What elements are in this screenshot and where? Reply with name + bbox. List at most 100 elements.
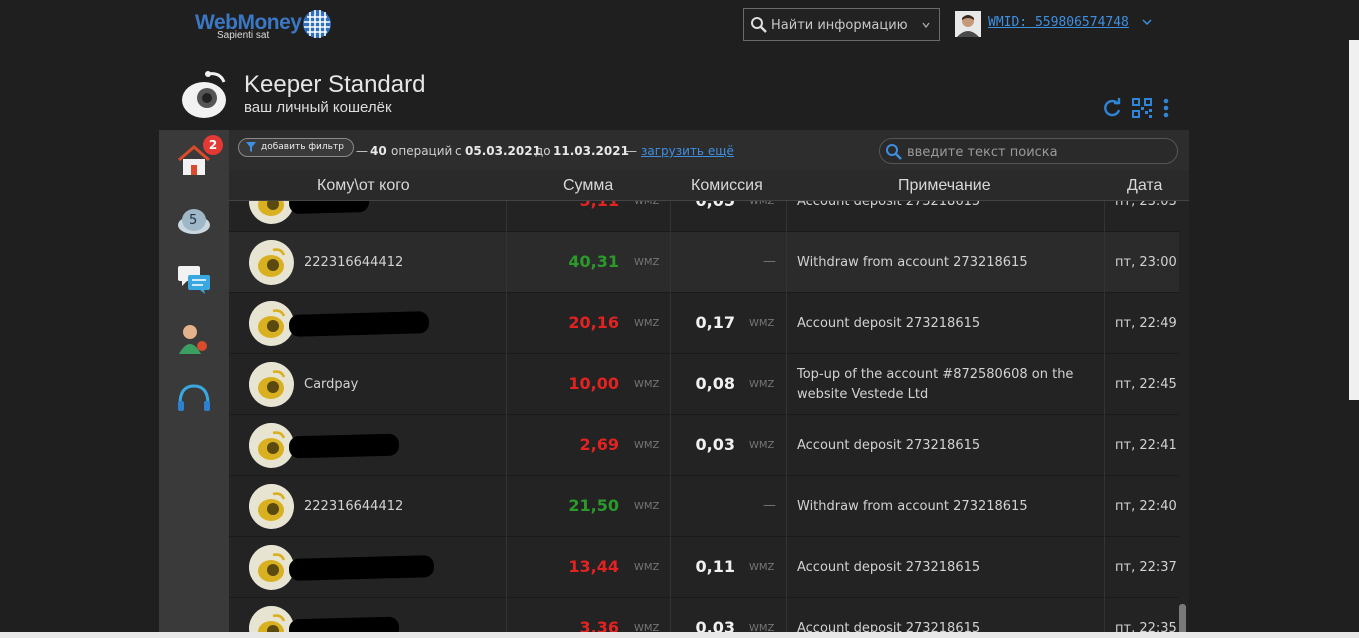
table-row[interactable]: 222316644412 21,50 WMZ — Withdraw from accou… bbox=[229, 476, 1179, 537]
table-row[interactable]: 5,11 WMZ 0,05 WMZ Account deposit 273218615 п… bbox=[229, 201, 1179, 232]
operation-note: Withdraw from account 273218615 bbox=[797, 255, 1028, 270]
page-title: Keeper Standard bbox=[244, 71, 426, 98]
column-header-amount[interactable]: Сумма bbox=[563, 177, 613, 195]
counterparty-avatar bbox=[249, 240, 294, 285]
column-divider bbox=[1104, 476, 1105, 537]
fee-value: 0,11 bbox=[695, 557, 735, 576]
sidebar-item-messages[interactable] bbox=[175, 260, 213, 298]
fee-currency: WMZ bbox=[749, 318, 775, 329]
column-divider bbox=[1104, 293, 1105, 354]
amount-value: 2,69 bbox=[579, 435, 619, 454]
window-edge bbox=[1349, 40, 1359, 400]
table-row[interactable]: 222316644412 40,31 WMZ — Withdraw from accou… bbox=[229, 232, 1179, 293]
wmid-link[interactable]: WMID: 559806574748 bbox=[988, 15, 1129, 30]
counterparty-avatar bbox=[249, 423, 294, 468]
column-divider bbox=[1104, 537, 1105, 598]
table-row[interactable]: 2,69 WMZ 0,03 WMZ Account deposit 273218615 п… bbox=[229, 415, 1179, 476]
counterparty-avatar bbox=[249, 301, 294, 346]
redacted-counterparty bbox=[288, 311, 430, 337]
column-divider bbox=[786, 201, 787, 232]
sidebar-item-wallets[interactable]: 5 bbox=[175, 202, 213, 240]
chevron-down-icon[interactable] bbox=[1142, 19, 1152, 26]
column-divider bbox=[506, 201, 507, 232]
counterparty-avatar bbox=[249, 362, 294, 407]
keeper-logo-icon bbox=[249, 240, 293, 284]
operations-panel: добавить фильтр — 40 операций с 05.03.20… bbox=[229, 130, 1189, 638]
table-row[interactable]: 20,16 WMZ 0,17 WMZ Account deposit 273218615… bbox=[229, 293, 1179, 354]
refresh-icon[interactable] bbox=[1101, 97, 1123, 119]
keeper-logo-icon bbox=[249, 201, 293, 223]
date-from[interactable]: 05.03.2021 bbox=[465, 144, 541, 158]
redacted-counterparty bbox=[288, 555, 435, 581]
operation-note: Account deposit 273218615 bbox=[797, 560, 981, 575]
operations-search-input[interactable] bbox=[907, 143, 1167, 161]
keeper-logo-icon bbox=[249, 362, 293, 406]
more-vertical-icon[interactable] bbox=[1158, 97, 1174, 119]
column-header-note[interactable]: Примечание bbox=[898, 177, 991, 195]
table-row[interactable]: 13,44 WMZ 0,11 WMZ Account deposit 273218615… bbox=[229, 537, 1179, 598]
amount-value: 20,16 bbox=[568, 313, 619, 332]
column-divider bbox=[1104, 201, 1105, 232]
column-divider bbox=[670, 537, 671, 598]
qr-code-icon[interactable] bbox=[1131, 97, 1153, 119]
to-word: до bbox=[535, 144, 551, 158]
operation-date: пт, 22:37 bbox=[1115, 560, 1177, 575]
operations-search[interactable] bbox=[879, 138, 1178, 164]
amount-currency: WMZ bbox=[634, 257, 660, 268]
column-header-fee[interactable]: Комиссия bbox=[691, 177, 763, 195]
wallets-count: 5 bbox=[189, 213, 198, 228]
sidebar-item-contacts[interactable] bbox=[175, 320, 213, 358]
redacted-counterparty bbox=[288, 433, 400, 459]
amount-currency: WMZ bbox=[634, 501, 660, 512]
window-bottom-edge bbox=[0, 632, 1359, 638]
fee-empty: — bbox=[763, 498, 776, 513]
column-divider bbox=[506, 415, 507, 476]
amount-currency: WMZ bbox=[634, 201, 660, 207]
amount-value: 10,00 bbox=[568, 374, 619, 393]
counterparty-name[interactable]: 222316644412 bbox=[304, 499, 403, 514]
fee-value: 0,05 bbox=[696, 201, 735, 210]
user-avatar[interactable] bbox=[955, 11, 981, 37]
column-divider bbox=[786, 354, 787, 415]
separator-dash: — bbox=[356, 144, 368, 158]
add-filter-button[interactable]: добавить фильтр bbox=[238, 138, 354, 157]
webmoney-logo[interactable]: WebMoney Sapienti sat bbox=[195, 8, 340, 44]
amount-currency: WMZ bbox=[634, 318, 660, 329]
column-header-counterparty[interactable]: Кому\от кого bbox=[317, 177, 410, 195]
global-search-input[interactable] bbox=[771, 15, 911, 35]
column-divider bbox=[1104, 354, 1105, 415]
counterparty-avatar bbox=[249, 201, 294, 224]
amount-currency: WMZ bbox=[634, 440, 660, 451]
amount-value: 13,44 bbox=[568, 557, 619, 576]
operation-note: Account deposit 273218615 bbox=[797, 438, 981, 453]
fee-currency: WMZ bbox=[749, 201, 775, 207]
date-to[interactable]: 11.03.2021 bbox=[553, 144, 629, 158]
amount-currency: WMZ bbox=[634, 562, 660, 573]
operation-date: пт, 22:49 bbox=[1115, 316, 1177, 331]
amount-value: 40,31 bbox=[568, 252, 619, 271]
column-divider bbox=[506, 354, 507, 415]
column-divider bbox=[670, 293, 671, 354]
chevron-down-icon[interactable] bbox=[922, 21, 930, 29]
column-header-date[interactable]: Дата bbox=[1127, 177, 1162, 195]
load-more-link[interactable]: загрузить ещё bbox=[641, 144, 734, 158]
counterparty-name[interactable]: 222316644412 bbox=[304, 255, 403, 270]
column-divider bbox=[786, 476, 787, 537]
counterparty-avatar bbox=[249, 545, 294, 590]
amount-value: 21,50 bbox=[568, 496, 619, 515]
counterparty-name[interactable]: Cardpay bbox=[304, 377, 358, 392]
operation-date: пт, 22:40 bbox=[1115, 499, 1177, 514]
global-search[interactable] bbox=[743, 8, 940, 41]
amount-value: 5,11 bbox=[580, 201, 619, 210]
table-row[interactable]: Cardpay 10,00 WMZ 0,08 WMZ Top-up of the acco… bbox=[229, 354, 1179, 415]
table-scrollbar[interactable] bbox=[1179, 604, 1186, 634]
column-divider bbox=[786, 537, 787, 598]
sidebar-item-support[interactable] bbox=[175, 380, 213, 418]
column-divider bbox=[670, 415, 671, 476]
operations-table: 5,11 WMZ 0,05 WMZ Account deposit 273218615 п… bbox=[229, 201, 1189, 638]
column-divider bbox=[670, 476, 671, 537]
fee-currency: WMZ bbox=[749, 562, 775, 573]
column-divider bbox=[506, 537, 507, 598]
redacted-counterparty bbox=[288, 201, 370, 215]
operations-count: 40 bbox=[370, 144, 387, 158]
